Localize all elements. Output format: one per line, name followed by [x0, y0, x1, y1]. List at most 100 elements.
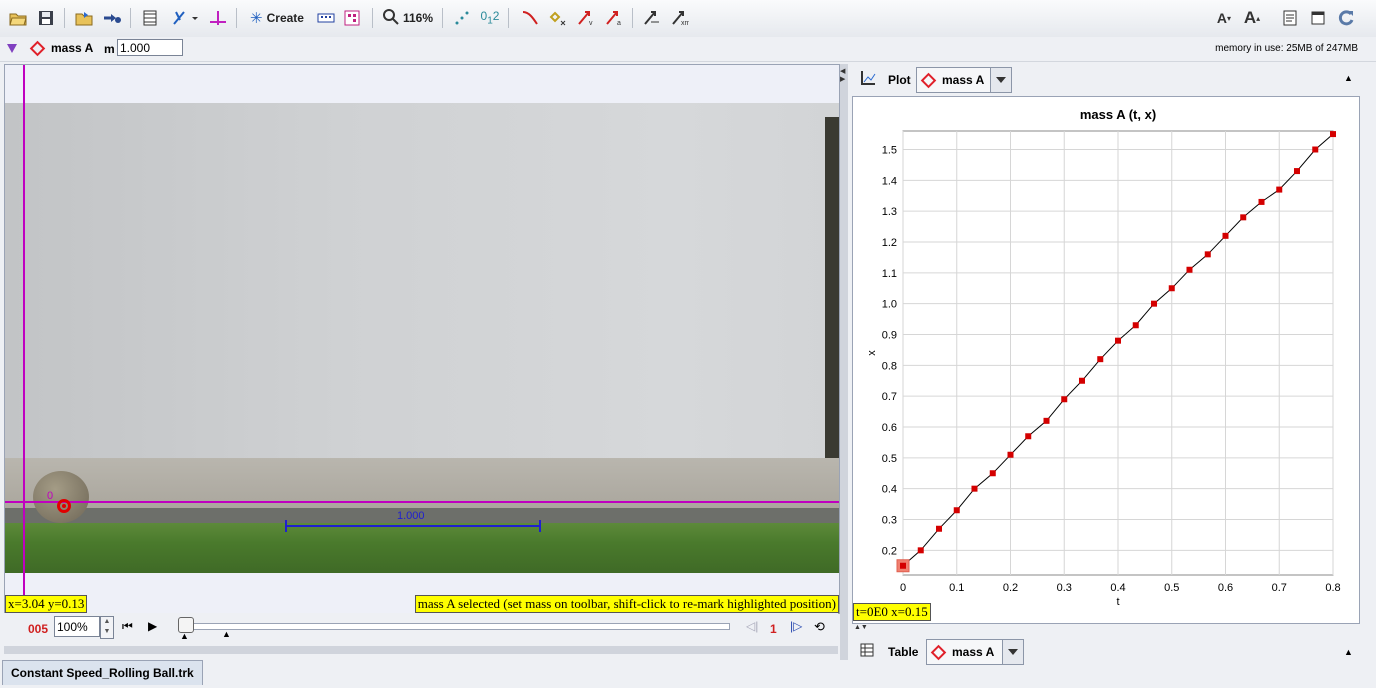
tape-measure-icon[interactable]	[314, 6, 338, 30]
coordinate-axes-icon[interactable]	[166, 6, 202, 30]
data-point[interactable]	[1061, 396, 1068, 403]
data-point[interactable]	[1043, 417, 1050, 424]
clip-settings-icon[interactable]	[138, 6, 162, 30]
y-tick-label: 1.3	[882, 206, 897, 218]
labels-icon[interactable]: 012	[478, 6, 502, 30]
status-message: mass A selected (set mass on toolbar, sh…	[414, 595, 839, 613]
frame-slider-track[interactable]	[180, 623, 730, 630]
plot-panel[interactable]: 0 0.1 0.2 0.3 0.4 0.5 0.6 0.7 0.8 0.2 0.3 0.4 0.5 0.6…	[852, 96, 1360, 624]
trails-icon[interactable]	[450, 6, 474, 30]
svg-text:xm: xm	[681, 20, 689, 26]
y-tick-label: 0.7	[882, 391, 897, 403]
data-point[interactable]	[1097, 356, 1104, 363]
data-point[interactable]	[917, 547, 924, 554]
data-point[interactable]	[1186, 266, 1193, 273]
y-tick-label: 0.3	[882, 515, 897, 527]
end-marker-icon[interactable]: ▲	[222, 629, 231, 639]
y-tick-label: 0.5	[882, 453, 897, 465]
y-tick-label: 0.2	[882, 545, 897, 557]
playback-rate-field[interactable]	[54, 616, 100, 637]
position-path-icon[interactable]	[518, 6, 542, 30]
collapse-up-icon[interactable]: ▲	[1344, 73, 1353, 83]
font-smaller-button[interactable]: A ▾	[1212, 6, 1236, 30]
point-mass-icon	[920, 72, 937, 88]
data-point[interactable]	[1330, 131, 1336, 138]
mass-field[interactable]	[117, 39, 183, 56]
data-point[interactable]	[1222, 232, 1229, 239]
step-back-icon[interactable]: ◁|	[746, 619, 758, 633]
data-point[interactable]	[1293, 168, 1300, 175]
window-icon[interactable]	[1306, 6, 1330, 30]
create-button[interactable]: ✳ Create	[246, 6, 308, 30]
table-track-select[interactable]: mass A	[926, 639, 1024, 665]
data-point[interactable]	[1312, 146, 1319, 153]
chevron-down-icon[interactable]	[1002, 640, 1023, 664]
data-point[interactable]	[989, 470, 996, 477]
start-marker-icon[interactable]: ▲	[180, 631, 189, 641]
chevron-down-icon[interactable]	[990, 68, 1011, 92]
axis-origin-label: 0	[47, 490, 54, 502]
data-point[interactable]	[1132, 322, 1139, 329]
data-point[interactable]	[1025, 433, 1032, 440]
plot-track-select[interactable]: mass A	[916, 67, 1012, 93]
track-menu-icon[interactable]	[6, 42, 18, 57]
step-forward-icon[interactable]: |▷	[790, 619, 802, 633]
save-icon[interactable]	[34, 6, 58, 30]
vertical-axis[interactable]	[23, 65, 25, 595]
data-point[interactable]	[1115, 337, 1121, 344]
data-point[interactable]	[1007, 451, 1014, 458]
data-point[interactable]	[1168, 285, 1175, 292]
play-icon[interactable]: ▶	[148, 619, 157, 633]
track-selector[interactable]: mass A	[29, 40, 93, 56]
data-point[interactable]	[1204, 251, 1211, 258]
horizontal-splitter[interactable]	[4, 646, 838, 654]
data-point[interactable]	[936, 525, 943, 532]
position-time-plot[interactable]: 0 0.1 0.2 0.3 0.4 0.5 0.6 0.7 0.8 0.2 0.3 0.4 0.5 0.6…	[853, 97, 1359, 623]
tape-measure[interactable]	[285, 525, 541, 527]
data-point[interactable]	[953, 507, 960, 514]
export-icon[interactable]	[100, 6, 124, 30]
rate-spinner[interactable]: ▲ ▼	[100, 616, 114, 639]
loop-icon[interactable]: ⟲	[814, 619, 825, 635]
plot-resize-arrows-icon[interactable]: ▲▼	[854, 624, 868, 631]
frame-number: 005	[28, 622, 49, 636]
filter-icon[interactable]	[340, 6, 364, 30]
splitter-arrows-icon[interactable]: ◀ ▶	[840, 68, 845, 84]
magnifier-icon	[382, 8, 399, 28]
data-point[interactable]	[1258, 198, 1265, 205]
video-panel[interactable]: 0 1.000 x=3.04 y=0.13 mass A selected (s…	[4, 64, 840, 614]
acceleration-vector-icon[interactable]: a	[602, 6, 626, 30]
collapse-up-icon[interactable]: ▲	[1344, 647, 1353, 657]
font-larger-button[interactable]: A ▴	[1240, 6, 1264, 30]
x-tick-label: 0.4	[1110, 582, 1125, 594]
data-point[interactable]	[1078, 377, 1085, 384]
tape-end-right[interactable]	[539, 520, 541, 532]
data-point[interactable]	[1240, 214, 1247, 221]
table-tab-label: Table	[888, 645, 919, 659]
data-point[interactable]	[971, 485, 978, 492]
velocity-vector-icon[interactable]: v	[574, 6, 598, 30]
point-mass-icon	[930, 644, 947, 660]
data-point[interactable]	[1276, 186, 1283, 193]
zoom-button[interactable]: 116%	[380, 6, 436, 30]
import-icon[interactable]	[72, 6, 96, 30]
axes-icon[interactable]	[206, 6, 230, 30]
center-of-mass-icon[interactable]	[546, 6, 570, 30]
go-to-start-icon[interactable]: ⏮	[122, 619, 133, 634]
x-tick-label: 0.1	[949, 582, 964, 594]
main-toolbar: ✳ Create 116% 012 v a xm A ▾ A ▴	[0, 0, 1376, 38]
force-vector-icon[interactable]	[640, 6, 664, 30]
horizontal-axis[interactable]	[5, 501, 839, 503]
x-tick-label: 0.5	[1164, 582, 1179, 594]
vertical-splitter[interactable]	[840, 64, 848, 660]
momentum-vector-icon[interactable]: xm	[668, 6, 692, 30]
tape-end-left[interactable]	[285, 520, 287, 532]
video-player-bar: 005 ▲▼ ⏮ ▶ ▲ ▲ ◁| 1 |▷ ⟲	[4, 613, 838, 643]
refresh-icon[interactable]	[1334, 6, 1358, 30]
step-size[interactable]: 1	[770, 622, 777, 636]
data-point[interactable]	[900, 562, 906, 569]
data-point[interactable]	[1151, 300, 1158, 307]
open-folder-icon[interactable]	[6, 6, 30, 30]
file-tab[interactable]: Constant Speed_Rolling Ball.trk	[2, 660, 203, 685]
notes-icon[interactable]	[1278, 6, 1302, 30]
